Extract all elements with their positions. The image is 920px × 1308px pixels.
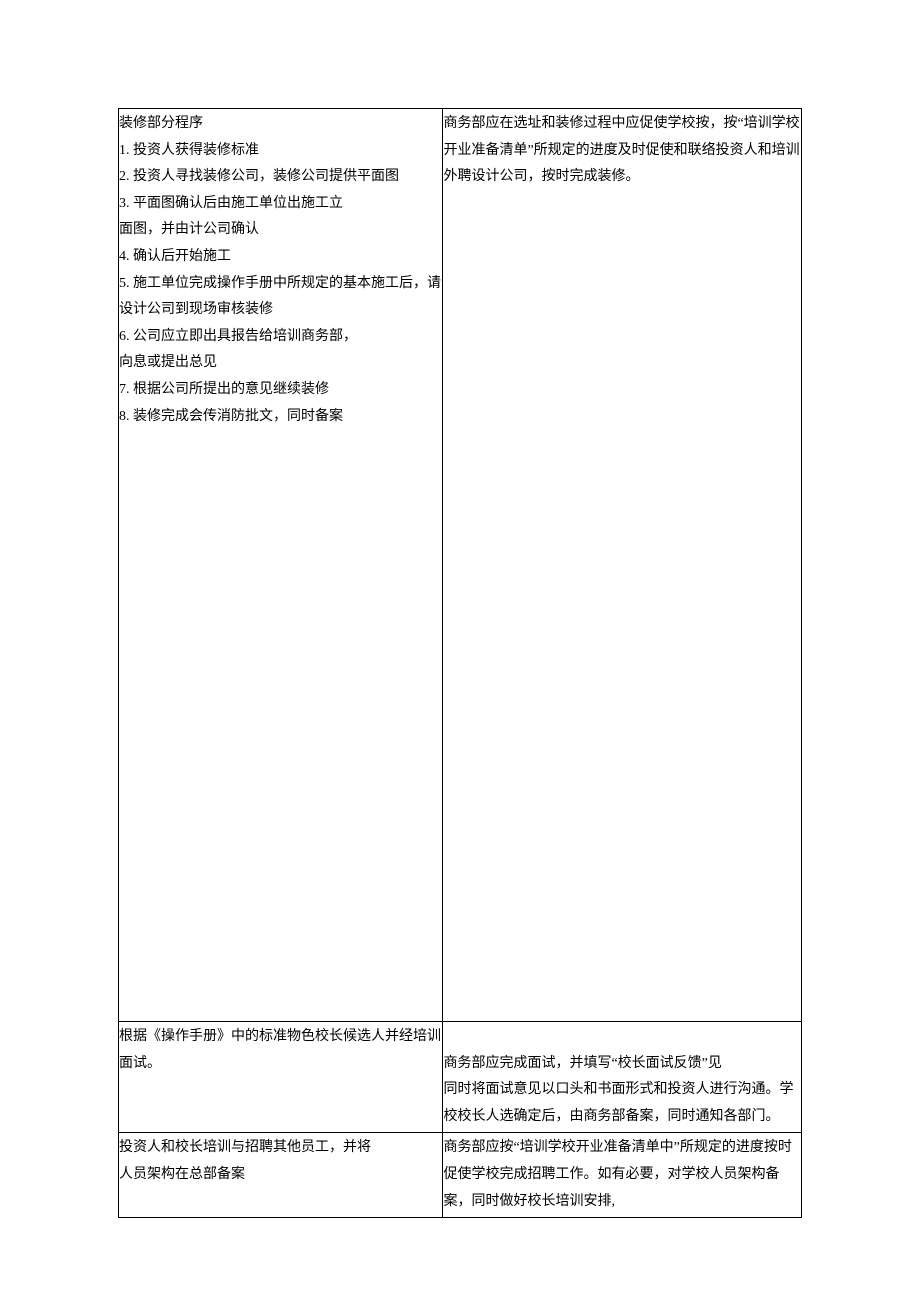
- cell-left: 根据《操作手册》中的标准物色校长候选人并经培训面试。: [119, 1022, 443, 1133]
- cell-text: 根据《操作手册》中的标准物色校长候选人并经培训面试。: [119, 1029, 441, 1071]
- procedure-table: 装修部分程序1. 投资人获得装修标准2. 投资人寻找装修公司，装修公司提供平面图…: [118, 108, 802, 1218]
- table-row: 投资人和校长培训与招聘其他员工，并将人员架构在总部备案 商务部应按“培训学校开业…: [119, 1133, 802, 1218]
- cell-text: 装修部分程序1. 投资人获得装修标准2. 投资人寻找装修公司，装修公司提供平面图…: [119, 116, 441, 424]
- cell-text: 投资人和校长培训与招聘其他员工，并将人员架构在总部备案: [119, 1140, 371, 1182]
- table-row: 装修部分程序1. 投资人获得装修标准2. 投资人寻找装修公司，装修公司提供平面图…: [119, 109, 802, 1022]
- cell-text: 商务部应按“培训学校开业准备清单中”所规定的进度按时促使学校完成招聘工作。如有必…: [443, 1140, 791, 1208]
- cell-text: 商务部应在选址和装修过程中应促使学校按，按“培训学校开业准备清单”所规定的进度及…: [443, 116, 799, 184]
- cell-left: 投资人和校长培训与招聘其他员工，并将人员架构在总部备案: [119, 1133, 443, 1218]
- cell-right: 商务部应在选址和装修过程中应促使学校按，按“培训学校开业准备清单”所规定的进度及…: [443, 109, 802, 1022]
- cell-right: 商务部应完成面试，并填写“校长面试反馈”见同时将面试意见以口头和书面形式和投资人…: [443, 1022, 802, 1133]
- cell-left: 装修部分程序1. 投资人获得装修标准2. 投资人寻找装修公司，装修公司提供平面图…: [119, 109, 443, 1022]
- table-row: 根据《操作手册》中的标准物色校长候选人并经培训面试。 商务部应完成面试，并填写“…: [119, 1022, 802, 1133]
- cell-right: 商务部应按“培训学校开业准备清单中”所规定的进度按时促使学校完成招聘工作。如有必…: [443, 1133, 802, 1218]
- document-page: 装修部分程序1. 投资人获得装修标准2. 投资人寻找装修公司，装修公司提供平面图…: [0, 0, 920, 1308]
- cell-text: 商务部应完成面试，并填写“校长面试反馈”见同时将面试意见以口头和书面形式和投资人…: [443, 1056, 793, 1124]
